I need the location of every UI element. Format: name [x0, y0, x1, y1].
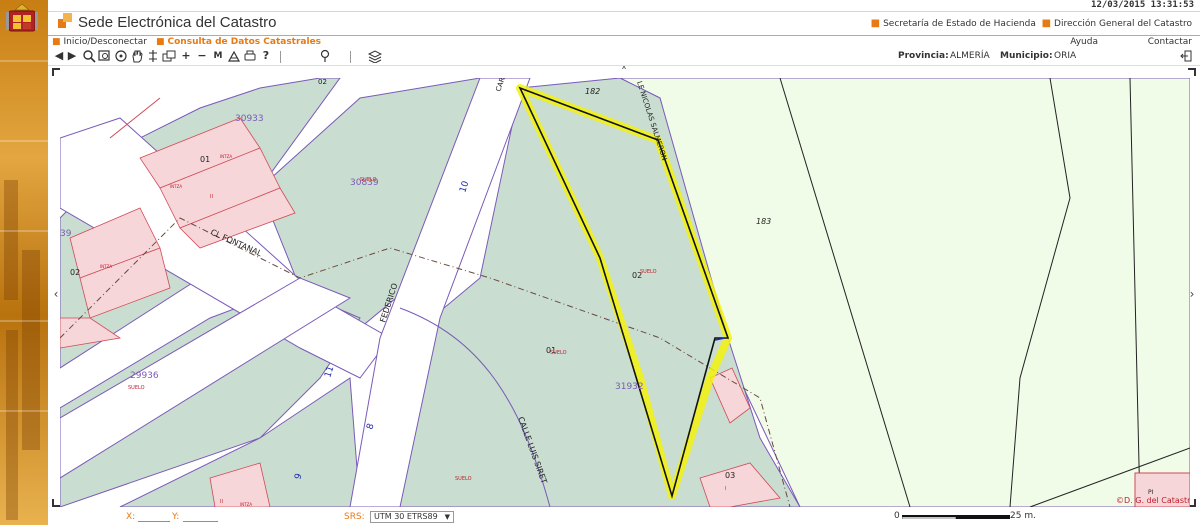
- bullet-icon: ■: [156, 37, 165, 47]
- label-31932: 31932: [615, 382, 644, 392]
- label-floors-1: II: [210, 194, 213, 200]
- nav-help[interactable]: Ayuda: [1070, 37, 1098, 47]
- label-suelo-1: SUELO: [640, 269, 657, 275]
- x-coord-label: X:: [126, 512, 136, 522]
- zoom-out-icon[interactable]: −: [195, 49, 209, 63]
- label-suelo-5: SUELO: [455, 476, 472, 482]
- label-29936: 29936: [130, 371, 159, 381]
- cadastral-map[interactable]: 182 183 02 SUELO 01 SUELO 03 30933 30839…: [60, 78, 1190, 507]
- main-nav: ■ Inicio/Desconectar ■ Consulta de Datos C…: [48, 35, 1200, 47]
- bullet-icon: ■: [52, 37, 61, 47]
- site-header: Sede Electrónica del Catastro ■ Secretarí…: [48, 12, 1200, 34]
- nav-login[interactable]: ■ Inicio/Desconectar: [52, 37, 147, 47]
- site-title: Sede Electrónica del Catastro: [78, 14, 277, 31]
- label-03: 03: [725, 471, 735, 480]
- label-183: 183: [756, 217, 771, 226]
- province-value: ALMERÍA: [950, 51, 990, 61]
- print-preview-icon[interactable]: [243, 49, 257, 63]
- catastro-logo-icon: [58, 13, 72, 29]
- zoom-in-icon[interactable]: +: [179, 49, 193, 63]
- toolbar-separator: [280, 51, 281, 63]
- srs-label: SRS:: [344, 512, 365, 522]
- nav-current[interactable]: ■ Consulta de Datos Catastrales: [156, 37, 321, 47]
- map-copyright: ©D. G. del Catastro: [1116, 496, 1190, 505]
- left-banner: [0, 0, 48, 525]
- datetime-display: 12/03/2015 13:31:53: [1091, 0, 1194, 10]
- house-number-02: 02: [318, 78, 327, 86]
- nav-contact[interactable]: Contactar: [1148, 37, 1192, 47]
- zoom-extent-icon[interactable]: [114, 49, 128, 63]
- label-01-left: 01: [200, 155, 210, 164]
- zoom-icon[interactable]: [82, 49, 96, 63]
- header-links: ■ Secretaría de Estado de Hacienda ■ Direc…: [871, 18, 1192, 29]
- top-info-bar: 12/03/2015 13:31:53: [48, 0, 1200, 12]
- label-floors-2: II: [220, 499, 223, 505]
- frame-corner: [52, 68, 60, 76]
- province-label: Provincia:: [898, 51, 949, 61]
- label-intza-4: INTZA: [240, 502, 252, 507]
- frame-corner: [52, 499, 60, 507]
- y-coord-input[interactable]: [183, 513, 218, 522]
- label-182: 182: [585, 87, 600, 96]
- pan-hand-icon[interactable]: [130, 49, 144, 63]
- label-02-left: 02: [70, 268, 80, 277]
- pan-up-icon[interactable]: ˄: [618, 66, 630, 78]
- label-intza-3: INTZA: [100, 264, 112, 269]
- nav-login-label: Inicio/Desconectar: [63, 37, 147, 47]
- print-icon[interactable]: [227, 49, 241, 63]
- link-direccion-general[interactable]: Dirección General del Catastro: [1054, 19, 1192, 29]
- back-arrow-icon[interactable]: ◀: [52, 49, 66, 63]
- exit-icon[interactable]: [1180, 50, 1192, 62]
- chevron-down-icon: ▼: [444, 513, 450, 521]
- municipality-label: Municipio:: [1000, 51, 1053, 61]
- label-suelo-4: SUELO: [128, 385, 145, 391]
- map-footer: X: Y: SRS: UTM 30 ETRS89 ▼ 0 25 m.: [48, 509, 1200, 525]
- srs-select[interactable]: UTM 30 ETRS89 ▼: [370, 511, 454, 523]
- x-coord-input[interactable]: [138, 513, 170, 522]
- label-suelo-2: SUELO: [550, 350, 567, 356]
- layers-icon[interactable]: [162, 49, 176, 63]
- layers-stack-icon[interactable]: [368, 49, 382, 63]
- label-floors-3: I: [725, 486, 726, 492]
- label-intza-2: INTZA: [170, 184, 182, 189]
- map-canvas[interactable]: 182 183 02 SUELO 01 SUELO 03 30933 30839…: [60, 78, 1190, 507]
- label-30933: 30933: [235, 114, 264, 124]
- scale-bar: [902, 515, 1010, 519]
- y-coord-label: Y:: [172, 512, 180, 522]
- locate-icon[interactable]: [318, 49, 332, 63]
- toolbar-separator: [350, 51, 351, 63]
- measure-icon[interactable]: M: [211, 49, 225, 63]
- bullet-icon: ■: [1041, 18, 1052, 29]
- municipality-value: ORIA: [1054, 51, 1077, 61]
- forward-arrow-icon[interactable]: ▶: [65, 49, 79, 63]
- zoom-level-icon[interactable]: [146, 49, 160, 63]
- help-icon[interactable]: ?: [259, 49, 273, 63]
- srs-value: UTM 30 ETRS89: [374, 512, 438, 521]
- zoom-window-icon[interactable]: [98, 49, 112, 63]
- scale-label: 25 m.: [1010, 511, 1036, 521]
- label-intza-1: INTZA: [220, 154, 232, 159]
- map-toolbar: ◀ ▶ + − M ? Provincia: ALMERÍA Municipio…: [48, 48, 1200, 66]
- nav-current-label: Consulta de Datos Catastrales: [167, 37, 322, 47]
- label-suelo-3: SUELO: [360, 177, 377, 183]
- coat-of-arms-logo: [6, 3, 38, 32]
- bullet-icon: ■: [870, 18, 881, 29]
- label-39: 39: [60, 229, 72, 239]
- link-secretaria[interactable]: Secretaría de Estado de Hacienda: [883, 19, 1036, 29]
- scale-zero: 0: [894, 511, 900, 521]
- frame-corner: [1188, 68, 1196, 76]
- label-pi: PI: [1148, 489, 1154, 496]
